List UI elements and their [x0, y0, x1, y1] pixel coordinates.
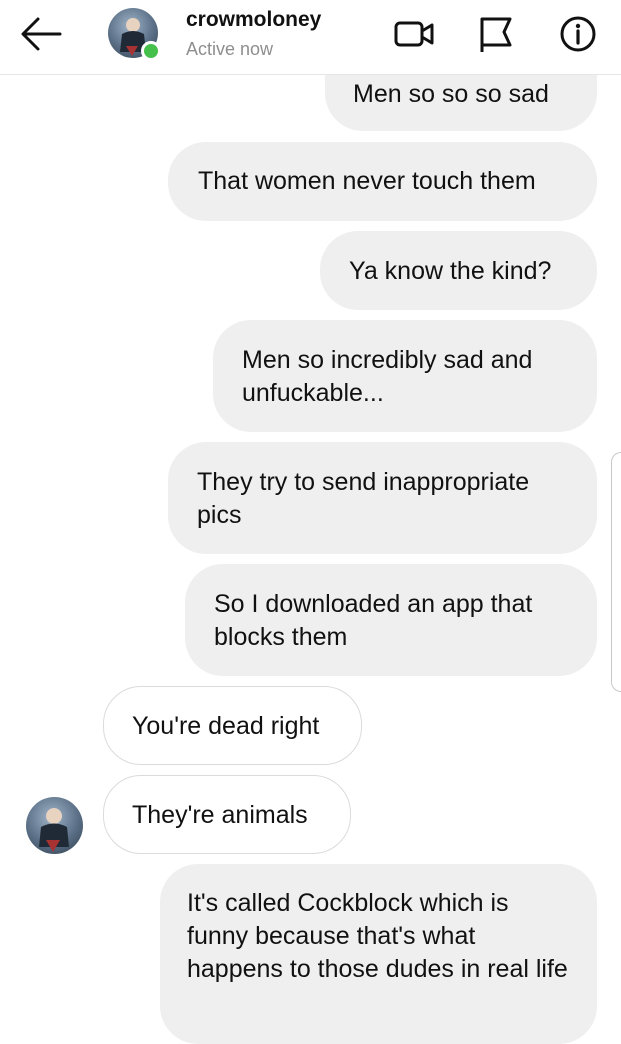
info-icon[interactable] — [556, 14, 600, 54]
message-bubble-sent[interactable]: So I downloaded an app that blocks them — [185, 564, 597, 676]
active-status: Active now — [186, 39, 274, 59]
message-bubble-sent[interactable]: They try to send inappropriate pics — [168, 442, 597, 554]
video-camera-icon[interactable] — [392, 14, 436, 54]
message-bubble-sent[interactable]: Ya know the kind? — [320, 231, 597, 310]
scroll-handle[interactable] — [611, 452, 621, 692]
sender-avatar[interactable] — [26, 797, 83, 854]
message-bubble-received[interactable]: They're animals — [103, 775, 351, 854]
online-status-indicator — [141, 41, 161, 61]
message-bubble-sent[interactable]: Men so incredibly sad and unfuckable... — [213, 320, 597, 432]
back-arrow-icon[interactable] — [16, 12, 66, 56]
message-bubble-sent[interactable]: That women never touch them — [168, 142, 597, 221]
message-bubble-received[interactable]: You're dead right — [103, 686, 362, 765]
chat-username[interactable]: crowmoloney — [186, 8, 321, 32]
flag-icon[interactable] — [474, 14, 518, 54]
message-bubble-sent[interactable]: It's called Cockblock which is funny bec… — [160, 864, 597, 1044]
chat-header: crowmoloney Active now — [0, 0, 621, 75]
profile-avatar[interactable] — [108, 8, 161, 61]
